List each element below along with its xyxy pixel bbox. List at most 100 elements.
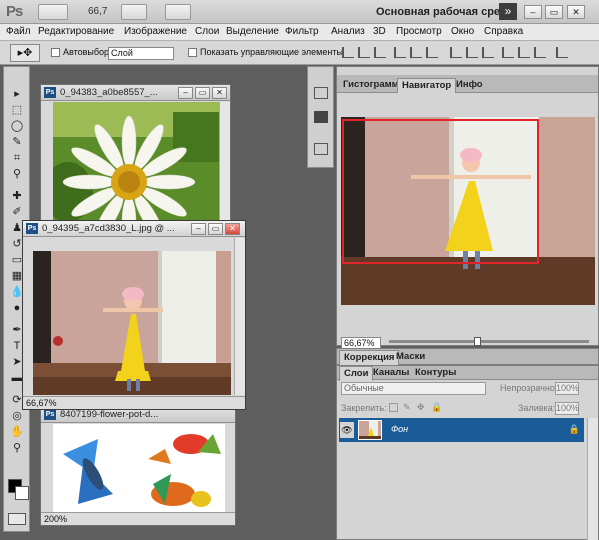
- layers-tab-row: Слои Каналы Контуры: [337, 366, 598, 381]
- navigator-panel: Гистограмма Навигатор Инфо 66,67%: [336, 66, 599, 349]
- menu-file[interactable]: Файл: [6, 26, 31, 37]
- show-controls-checkbox[interactable]: [188, 48, 197, 57]
- arrange-docs-button[interactable]: [165, 4, 191, 20]
- lock-transparency-icon[interactable]: [389, 403, 398, 412]
- layers-scrollbar[interactable]: [587, 418, 598, 540]
- tab-info[interactable]: Инфо: [452, 78, 487, 93]
- document-name: 0_94383_a0be8557_...: [60, 87, 158, 98]
- crop-tool-icon[interactable]: ⌗: [8, 151, 26, 165]
- workspace-more-button[interactable]: »: [499, 3, 517, 20]
- doc-minimize-button[interactable]: –: [178, 87, 193, 99]
- menu-layers[interactable]: Слои: [195, 26, 219, 37]
- navigator-slider-thumb[interactable]: [474, 337, 481, 346]
- navigator-zoom-slider[interactable]: [389, 340, 589, 343]
- align-hcenter-icon[interactable]: [410, 47, 422, 58]
- eyedropper-tool-icon[interactable]: ⚲: [8, 167, 26, 181]
- minimize-button[interactable]: –: [524, 5, 542, 19]
- doc-close-button[interactable]: ✕: [225, 223, 240, 235]
- menu-help[interactable]: Справка: [484, 26, 523, 37]
- distribute-left-icon[interactable]: [502, 47, 514, 58]
- move-tool-preset-icon[interactable]: ▸✥: [10, 44, 40, 62]
- background-color-swatch[interactable]: [15, 486, 29, 500]
- move-tool-icon[interactable]: ▸: [8, 87, 26, 101]
- menu-view[interactable]: Просмотр: [396, 26, 442, 37]
- doc-restore-button[interactable]: ▭: [208, 223, 223, 235]
- hand-tool-icon[interactable]: ✋: [8, 425, 26, 439]
- autoselect-checkbox[interactable]: [51, 48, 60, 57]
- navigator-view-rectangle[interactable]: [342, 119, 539, 264]
- layer-lock-icon: 🔒: [568, 424, 580, 434]
- doc-restore-button[interactable]: ▭: [195, 87, 210, 99]
- flowerpot-image: [53, 424, 225, 514]
- vertical-scrollbar[interactable]: [234, 238, 245, 395]
- distribute-top-icon[interactable]: [450, 47, 462, 58]
- doc-zoom[interactable]: 200%: [44, 514, 67, 524]
- doc-minimize-button[interactable]: –: [191, 223, 206, 235]
- tab-masks[interactable]: Маски: [392, 350, 429, 365]
- close-button[interactable]: ✕: [567, 5, 585, 19]
- document-name: 8407199-flower-pot-d...: [60, 409, 159, 420]
- auto-align-icon[interactable]: [556, 47, 568, 58]
- layer-row-background[interactable]: 👁 Фон 🔒: [339, 418, 584, 442]
- document-window-flowerpot[interactable]: Ps 8407199-flower-pot-d... 200%: [40, 406, 236, 526]
- lock-all-icon[interactable]: 🔒: [431, 403, 442, 412]
- view-extras-button[interactable]: [121, 4, 147, 20]
- zoom-tool-icon[interactable]: ⚲: [8, 441, 26, 455]
- distribute-vcenter-icon[interactable]: [466, 47, 478, 58]
- document-title-bar[interactable]: Ps 0_94383_a0be8557_... – ▭ ✕: [41, 85, 230, 101]
- actions-panel-icon[interactable]: [314, 111, 328, 123]
- lock-position-icon[interactable]: ✥: [417, 403, 426, 412]
- healing-brush-tool-icon[interactable]: ✚: [8, 189, 26, 203]
- vertical-scrollbar[interactable]: [219, 102, 230, 222]
- restore-button[interactable]: ▭: [545, 5, 563, 19]
- history-panel-icon[interactable]: [314, 87, 328, 99]
- show-controls-label: Показать управляющие элементы: [200, 47, 343, 57]
- fill-field[interactable]: 100%: [555, 402, 579, 415]
- lasso-tool-icon[interactable]: ◯: [8, 119, 26, 133]
- navigator-preview[interactable]: [341, 117, 595, 305]
- menu-select[interactable]: Выделение: [226, 26, 279, 37]
- bridge-button[interactable]: [38, 4, 68, 20]
- workspace-name[interactable]: Основная рабочая среда: [376, 6, 513, 18]
- tab-navigator[interactable]: Навигатор: [397, 78, 457, 93]
- blend-mode-dropdown[interactable]: Обычные: [341, 382, 486, 395]
- layer-visibility-eye-icon[interactable]: 👁: [340, 422, 354, 438]
- menu-window[interactable]: Окно: [451, 26, 474, 37]
- menu-image[interactable]: Изображение: [124, 26, 187, 37]
- distribute-right-icon[interactable]: [534, 47, 546, 58]
- zoom-level[interactable]: 66,7: [88, 6, 107, 17]
- document-window-daisy[interactable]: Ps 0_94383_a0be8557_... – ▭ ✕: [40, 84, 231, 234]
- doc-close-button[interactable]: ✕: [212, 87, 227, 99]
- menu-3d[interactable]: 3D: [373, 26, 386, 37]
- autoselect-dropdown[interactable]: Слой: [108, 47, 174, 60]
- menu-analysis[interactable]: Анализ: [331, 26, 365, 37]
- marquee-tool-icon[interactable]: ⬚: [8, 103, 26, 117]
- layer-name: Фон: [391, 424, 409, 434]
- menu-filter[interactable]: Фильтр: [285, 26, 319, 37]
- align-bottom-icon[interactable]: [374, 47, 386, 58]
- ps-doc-icon: Ps: [26, 223, 38, 234]
- navigator-tab-row: Гистограмма Навигатор Инфо: [337, 75, 598, 93]
- tab-channels[interactable]: Каналы: [369, 366, 413, 381]
- tab-correction[interactable]: Коррекция: [339, 350, 400, 365]
- tab-paths[interactable]: Контуры: [411, 366, 460, 381]
- fill-label: Заливка:: [518, 403, 556, 413]
- menu-edit[interactable]: Редактирование: [38, 26, 114, 37]
- brush-tool-icon[interactable]: ✐: [8, 205, 26, 219]
- quick-mask-icon[interactable]: [8, 513, 26, 525]
- document-title-bar[interactable]: Ps 0_94395_a7cd3830_L.jpg @ ... – ▭ ✕: [23, 221, 245, 237]
- align-top-icon[interactable]: [342, 47, 354, 58]
- distribute-bottom-icon[interactable]: [482, 47, 494, 58]
- distribute-hcenter-icon[interactable]: [518, 47, 530, 58]
- clone-source-panel-icon[interactable]: [314, 143, 328, 155]
- opacity-field[interactable]: 100%: [555, 382, 579, 395]
- align-left-icon[interactable]: [394, 47, 406, 58]
- align-right-icon[interactable]: [426, 47, 438, 58]
- lock-pixels-icon[interactable]: ✎: [403, 403, 412, 412]
- document-window-girl[interactable]: Ps 0_94395_a7cd3830_L.jpg @ ... – ▭ ✕ 66…: [22, 220, 246, 410]
- 3d-orbit-tool-icon[interactable]: ◎: [8, 409, 26, 423]
- quick-select-tool-icon[interactable]: ✎: [8, 135, 26, 149]
- align-vcenter-icon[interactable]: [358, 47, 370, 58]
- doc-zoom[interactable]: 66,67%: [26, 398, 57, 408]
- ps-doc-icon: Ps: [44, 409, 56, 420]
